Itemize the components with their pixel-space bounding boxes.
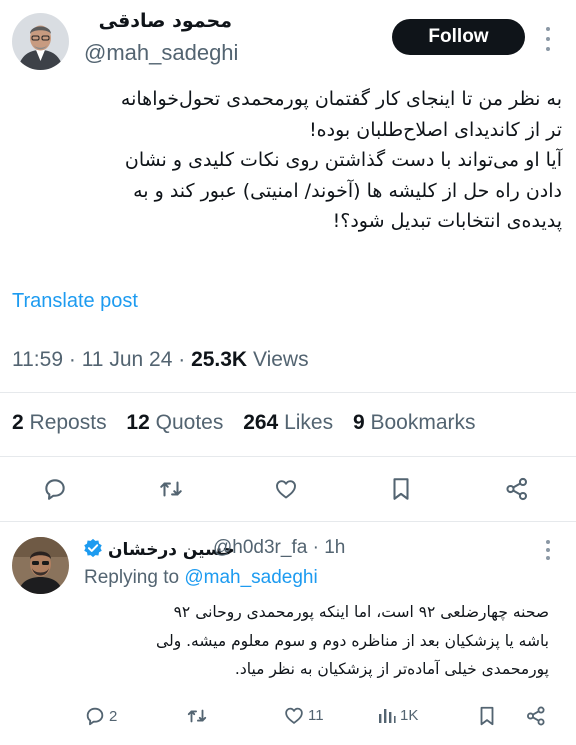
share-icon: [506, 477, 528, 501]
reposts-count: 2: [12, 411, 24, 434]
reply-author-display-name[interactable]: حسین درخشان: [108, 540, 235, 560]
like-icon: [276, 480, 296, 499]
reposts-label: Reposts: [29, 411, 107, 434]
meta-separator: ·: [68, 348, 76, 371]
reply-text-line: پورمحمدی خیلی آماده‌تر از پزشکیان به نظر…: [234, 660, 549, 678]
author-avatar[interactable]: [12, 13, 69, 70]
tweet-meta: 11:59 · 11 Jun 24 · 25.3K Views: [12, 348, 309, 372]
author-handle[interactable]: @mah_sadeghi: [84, 40, 238, 66]
repost-icon: [160, 481, 182, 497]
reply-icon: [86, 707, 104, 726]
divider: [0, 521, 576, 522]
reply-author-handle[interactable]: @h0d3r_fa: [213, 537, 307, 558]
quotes-stat[interactable]: 12 Quotes: [126, 411, 223, 434]
repost-icon: [187, 709, 207, 723]
reply-button[interactable]: [38, 474, 72, 504]
reply-text-line: باشه یا پزشکیان بعد از مناظره دوم و سوم …: [156, 631, 549, 650]
repost-button[interactable]: [153, 474, 189, 504]
reply-more-options-icon[interactable]: [543, 540, 553, 560]
replying-to: Replying to @mah_sadeghi: [84, 567, 318, 589]
meta-separator: ·: [312, 537, 319, 558]
like-button[interactable]: [269, 474, 303, 504]
reply-share-button[interactable]: [525, 705, 547, 727]
tweet-text-line: آیا او می‌تواند با دست گذاشتن روی نکات ک…: [124, 149, 562, 171]
translate-post-link[interactable]: Translate post: [12, 290, 138, 313]
follow-button[interactable]: Follow: [392, 19, 525, 55]
views-count: 1K: [400, 706, 419, 724]
reply-reply-button[interactable]: 2: [84, 705, 117, 727]
reply-text: صحنه چهارضلعی ۹۲ است، اما اینکه پورمحمدی…: [84, 598, 549, 684]
meta-separator: ·: [178, 348, 186, 371]
engagement-stats: 2 Reposts 12 Quotes 264 Likes 9 Bookmark…: [12, 411, 476, 435]
tweet-text-line: پدیده‌ی انتخابات تبدیل شود؟!: [332, 210, 562, 232]
bookmarks-stat[interactable]: 9 Bookmarks: [353, 411, 476, 434]
tweet-text: به نظر من تا اینجای کار گفتمان پورمحمدی …: [12, 84, 562, 237]
reply-text-line: صحنه چهارضلعی ۹۲ است، اما اینکه پورمحمدی…: [173, 603, 549, 621]
like-count: 11: [308, 707, 324, 724]
likes-count: 264: [243, 411, 279, 434]
views-icon: [379, 709, 396, 723]
share-button[interactable]: [500, 474, 534, 504]
like-icon: [285, 707, 303, 724]
author-display-name[interactable]: محمود صادقی: [89, 10, 232, 32]
likes-stat[interactable]: 264 Likes: [243, 411, 333, 434]
replying-prefix: Replying to: [84, 567, 180, 588]
bookmark-icon: [393, 478, 409, 500]
views-count: 25.3K: [191, 348, 248, 371]
quotes-count: 12: [126, 411, 150, 434]
divider: [0, 392, 576, 393]
bookmark-icon: [480, 706, 494, 726]
bookmarks-count: 9: [352, 411, 365, 434]
reply-author-avatar[interactable]: [12, 537, 69, 594]
reply-views-button[interactable]: 1K: [377, 705, 418, 725]
reply-author-meta: @h0d3r_fa · 1h: [213, 537, 345, 559]
quotes-label: Quotes: [155, 411, 224, 434]
more-options-icon[interactable]: [543, 27, 553, 51]
views-label: Views: [252, 348, 309, 371]
tweet-text-line: به نظر من تا اینجای کار گفتمان پورمحمدی …: [120, 88, 562, 110]
bookmark-button[interactable]: [386, 474, 416, 504]
tweet-date[interactable]: 11 Jun 24: [82, 348, 173, 371]
tweet-text-line: تر از کاندیدای اصلاح‌طلبان بوده!: [309, 118, 562, 141]
share-icon: [527, 706, 545, 726]
tweet-time[interactable]: 11:59: [12, 348, 63, 371]
likes-label: Likes: [284, 411, 334, 434]
divider: [0, 456, 576, 457]
verified-badge-icon: [83, 538, 103, 558]
reply-bookmark-button[interactable]: [477, 705, 497, 727]
reply-like-button[interactable]: 11: [283, 705, 324, 726]
reposts-stat[interactable]: 2 Reposts: [12, 411, 107, 434]
reply-icon: [45, 479, 65, 500]
tweet-text-line: دادن راه حل از کلیشه ها (آخوند/ امنیتی) …: [133, 179, 562, 202]
replying-handle-link[interactable]: @mah_sadeghi: [184, 567, 317, 588]
reply-count: 2: [109, 707, 118, 725]
bookmarks-label: Bookmarks: [370, 411, 476, 434]
reply-repost-button[interactable]: [185, 705, 209, 727]
reply-time[interactable]: 1h: [324, 537, 345, 558]
